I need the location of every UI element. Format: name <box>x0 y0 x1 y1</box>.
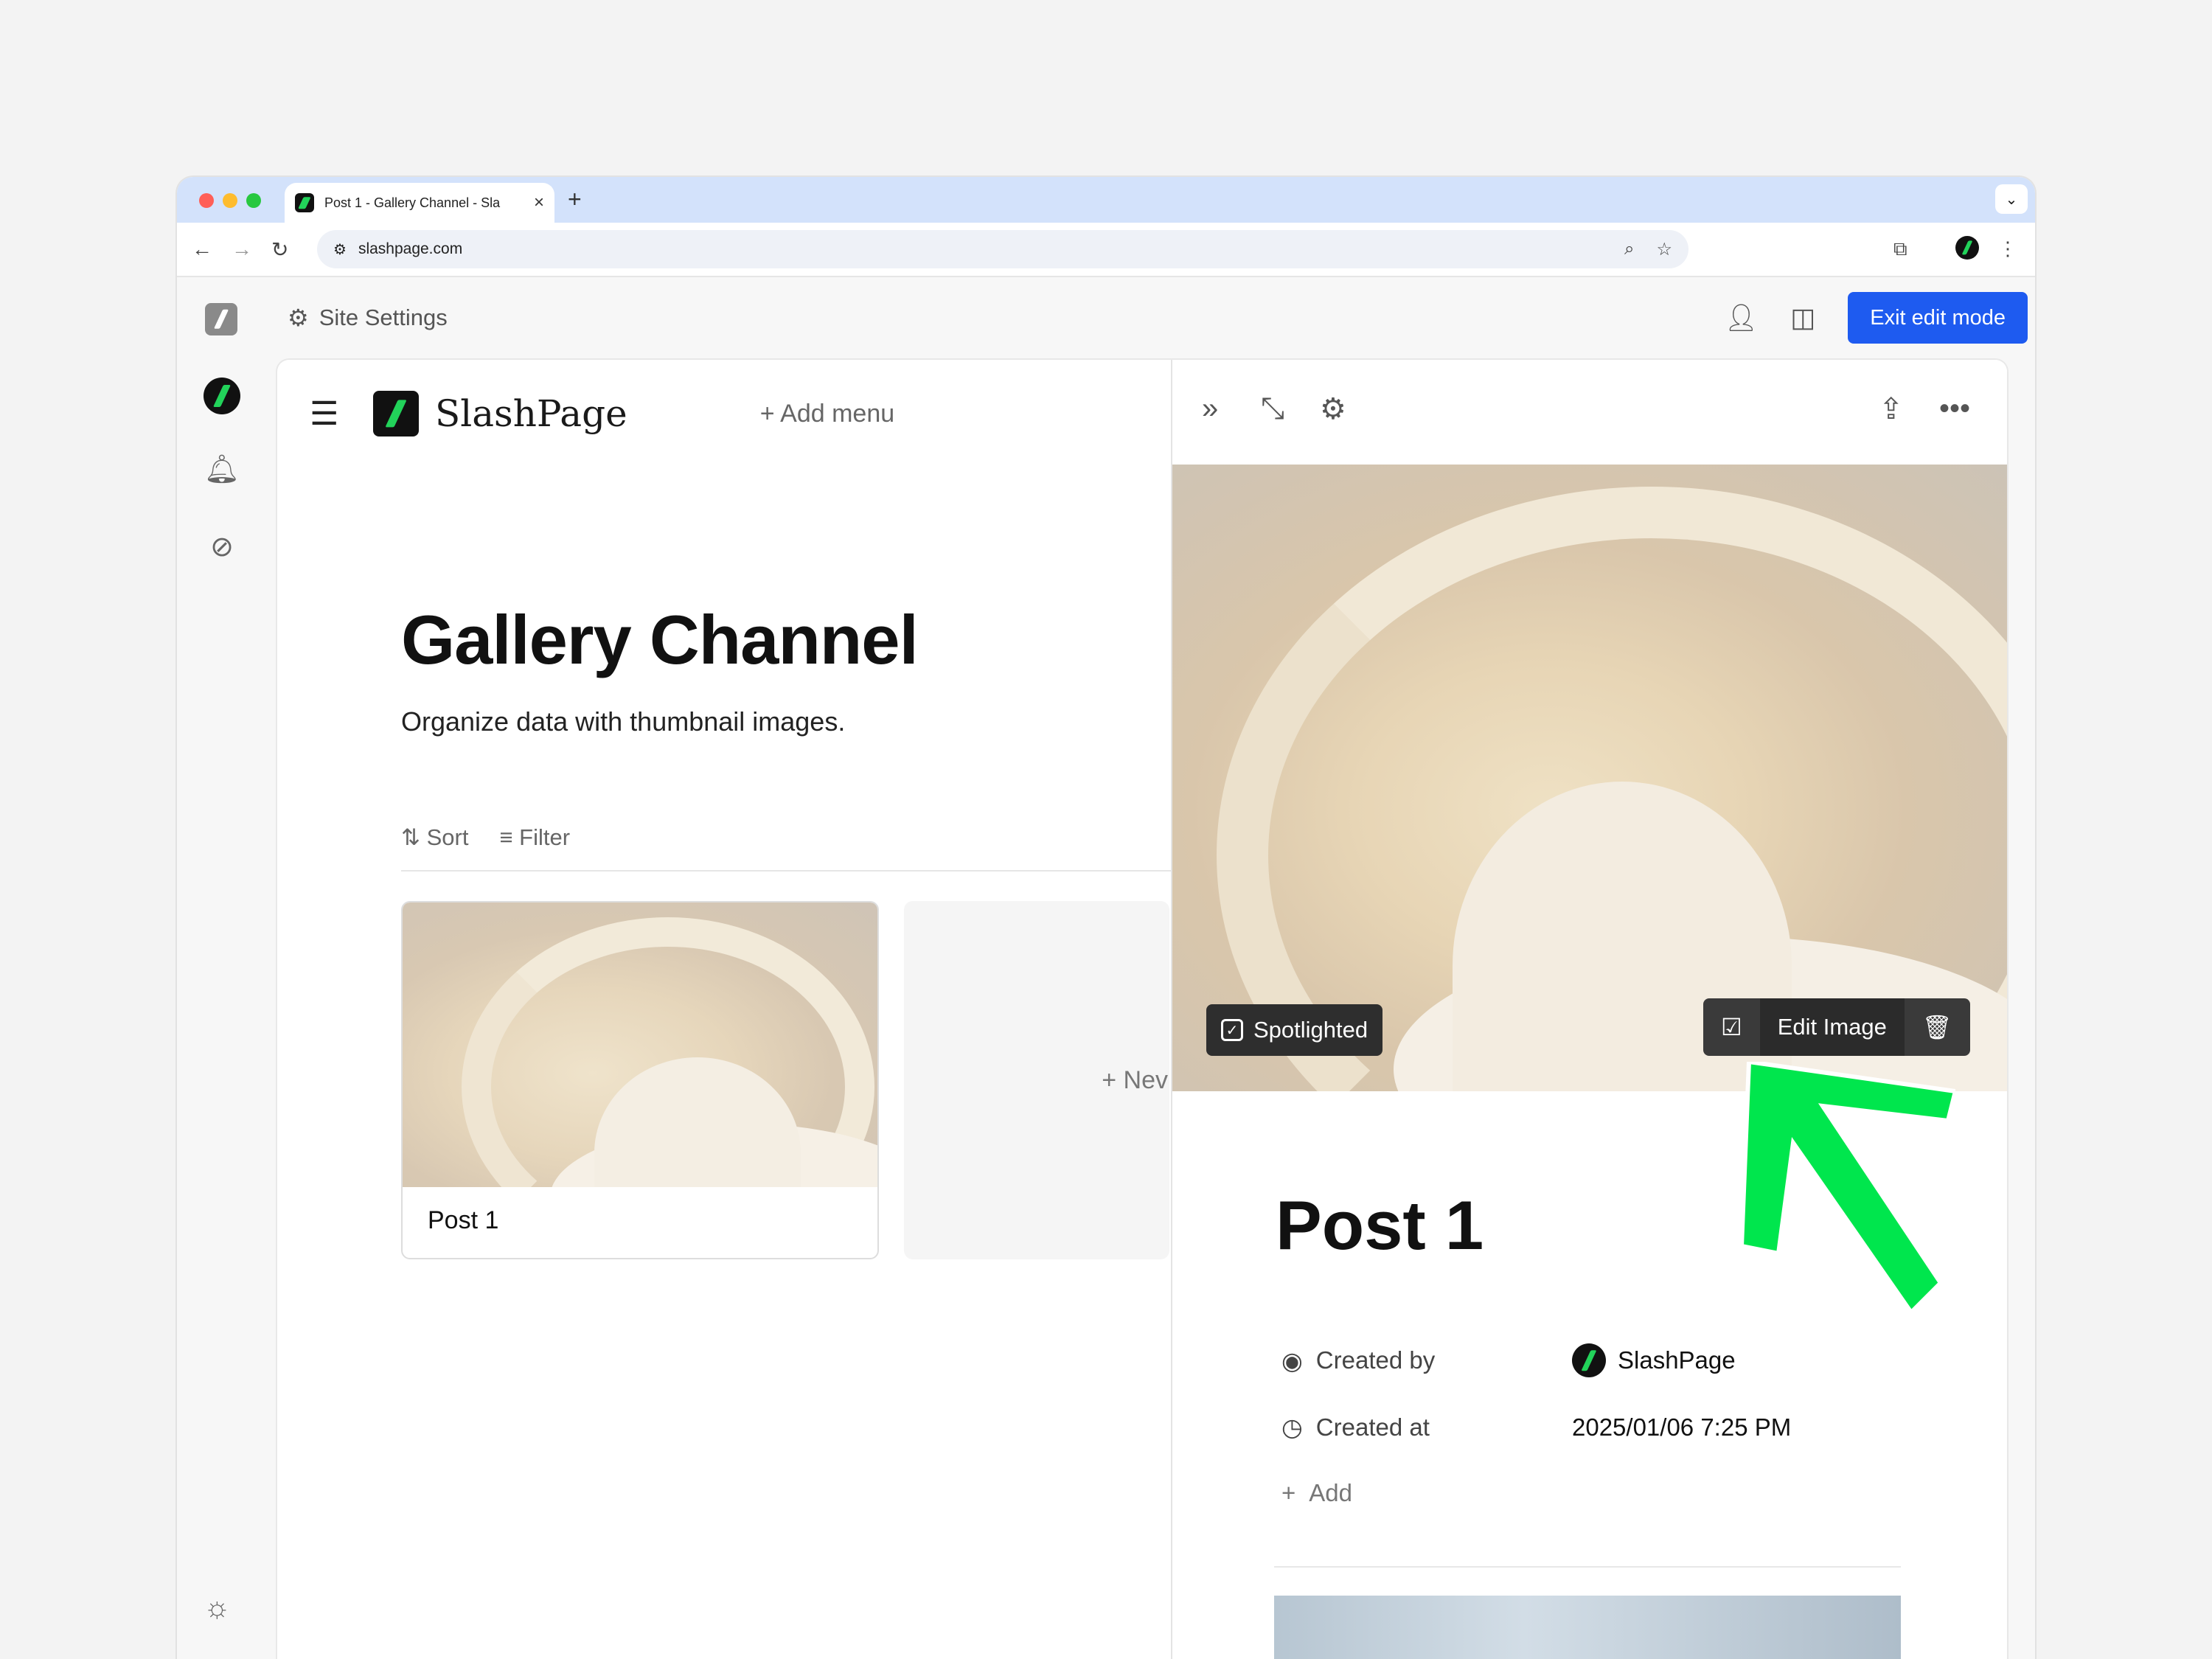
omnibox[interactable]: ⚙ slashpage.com ⌕ ☆ <box>317 230 1688 268</box>
checkbox-icon: ☑ <box>1721 1014 1742 1040</box>
site-settings-label: Site Settings <box>319 305 448 330</box>
side-rail: 🔔︎ ⊘ ☼ <box>177 277 268 1659</box>
brand-name[interactable]: SlashPage <box>435 392 627 435</box>
spotlighted-label: Spotlighted <box>1253 1017 1368 1043</box>
bookmark-star-icon[interactable]: ☆ <box>1656 239 1672 260</box>
brand-logo-icon <box>373 391 419 437</box>
add-menu-button[interactable]: + Add menu <box>760 400 894 428</box>
more-options-icon[interactable]: ••• <box>1939 392 1970 425</box>
minimize-window-button[interactable] <box>223 193 237 208</box>
filter-label: Filter <box>519 824 571 850</box>
post-body-image[interactable] <box>1274 1596 1901 1659</box>
post-cover-image[interactable] <box>1172 465 2007 1091</box>
browser-menu-icon[interactable]: ⋮ <box>1998 237 2017 260</box>
panel-settings-gear-icon[interactable]: ⚙ <box>1320 392 1346 426</box>
trash-icon: 🗑︎ <box>1921 1014 1952 1040</box>
sort-label: Sort <box>426 824 469 850</box>
new-card-button[interactable]: + Nev <box>904 901 1169 1259</box>
prop-created-at: ◷ Created at 2025/01/06 7:25 PM <box>1281 1413 1791 1441</box>
divider <box>401 870 1212 872</box>
select-image-button[interactable]: ☑ <box>1703 998 1760 1056</box>
collapse-panel-icon[interactable]: » <box>1202 392 1218 425</box>
gallery-card[interactable]: Post 1 <box>401 901 879 1259</box>
editor-topbar: ⚙ Site Settings 👤︎ ◫ Exit edit mode <box>280 277 2028 358</box>
expand-icon[interactable]: ⤡ <box>1261 392 1284 425</box>
tab-search-chevron-icon[interactable]: ⌄ <box>1995 184 2028 214</box>
forward-arrow-icon[interactable]: → <box>232 237 252 261</box>
compass-icon[interactable]: ⊘ <box>204 528 240 565</box>
plus-icon: + <box>1281 1479 1296 1506</box>
slashpage-home-icon[interactable] <box>205 303 237 335</box>
post-title[interactable]: Post 1 <box>1276 1186 1484 1265</box>
sort-button[interactable]: ⇅ Sort <box>401 824 468 851</box>
prop-created-by: ◉ Created by SlashPage <box>1281 1343 1736 1377</box>
spotlighted-toggle[interactable]: ✓ Spotlighted <box>1206 1004 1383 1056</box>
invite-user-icon[interactable]: 👤︎ <box>1725 302 1759 333</box>
bell-icon[interactable]: 🔔︎ <box>204 451 240 488</box>
tab-close-icon[interactable]: × <box>534 192 544 213</box>
extensions-puzzle-icon[interactable]: ⧉ <box>1893 237 1907 261</box>
url-text[interactable]: slashpage.com <box>358 240 462 258</box>
card-thumbnail <box>403 902 877 1187</box>
gear-icon: ⚙ <box>288 305 309 331</box>
gallery-description[interactable]: Organize data with thumbnail images. <box>401 706 845 737</box>
site-info-icon[interactable]: ⚙ <box>333 240 347 259</box>
browser-tab[interactable]: Post 1 - Gallery Channel - Sla × <box>285 183 554 223</box>
filter-button[interactable]: ≡ Filter <box>499 824 570 851</box>
hamburger-menu-icon[interactable]: ☰ <box>310 395 347 433</box>
tab-strip: Post 1 - Gallery Channel - Sla × + ⌄ <box>177 177 2035 223</box>
created-by-label: Created by <box>1315 1346 1436 1374</box>
close-window-button[interactable] <box>199 193 214 208</box>
annotation-arrow-icon <box>1739 1062 1955 1312</box>
edit-image-button[interactable]: Edit Image <box>1759 998 1905 1056</box>
card-title: Post 1 <box>428 1206 499 1234</box>
sort-filter-bar: ⇅ Sort ≡ Filter <box>401 824 570 851</box>
split-view-icon[interactable]: ◫ <box>1790 302 1815 333</box>
image-toolbar: ☑ Edit Image 🗑︎ <box>1703 998 1970 1056</box>
filter-icon: ≡ <box>499 824 520 850</box>
back-arrow-icon[interactable]: ← <box>192 237 212 261</box>
site-header: ☰ SlashPage + Add menu <box>277 360 1162 467</box>
reload-icon[interactable]: ↻ <box>271 237 288 262</box>
delete-image-button[interactable]: 🗑︎ <box>1905 998 1970 1056</box>
created-by-value: SlashPage <box>1618 1346 1736 1374</box>
created-at-value: 2025/01/06 7:25 PM <box>1572 1413 1792 1441</box>
site-settings-button[interactable]: ⚙ Site Settings <box>288 304 448 332</box>
slashpage-app: 🔔︎ ⊘ ☼ ⚙ Site Settings 👤︎ ◫ Exit edit mo… <box>177 277 2035 1659</box>
author-avatar <box>1572 1343 1606 1377</box>
add-label: Add <box>1309 1479 1352 1506</box>
checkbox-checked-icon: ✓ <box>1221 1019 1243 1041</box>
exit-edit-mode-button[interactable]: Exit edit mode <box>1848 292 2028 344</box>
workspace-avatar[interactable] <box>204 378 240 414</box>
clock-icon: ◷ <box>1281 1413 1303 1441</box>
profile-avatar[interactable] <box>1955 236 1979 260</box>
panel-divider <box>1274 1566 1901 1568</box>
gallery-title[interactable]: Gallery Channel <box>401 600 919 680</box>
add-property-button[interactable]: + Add <box>1281 1479 1572 1507</box>
share-upload-icon[interactable]: ⇪ <box>1879 392 1904 426</box>
tab-title: Post 1 - Gallery Channel - Sla <box>324 195 501 210</box>
maximize-window-button[interactable] <box>246 193 261 208</box>
zoom-icon[interactable]: ⌕ <box>1624 239 1634 260</box>
slashpage-favicon-icon <box>295 193 314 212</box>
address-bar-row: ← → ↻ ⚙ slashpage.com ⌕ ☆ ⧉ ⋮ <box>177 223 2035 277</box>
user-circle-icon: ◉ <box>1281 1346 1303 1374</box>
sort-arrows-icon: ⇅ <box>401 824 427 850</box>
theme-sun-icon[interactable]: ☼ <box>204 1591 231 1624</box>
created-at-label: Created at <box>1315 1413 1430 1441</box>
panel-toolbar: » ⤡ ⚙ ⇪ ••• <box>1172 360 2007 465</box>
new-tab-button[interactable]: + <box>568 186 582 213</box>
